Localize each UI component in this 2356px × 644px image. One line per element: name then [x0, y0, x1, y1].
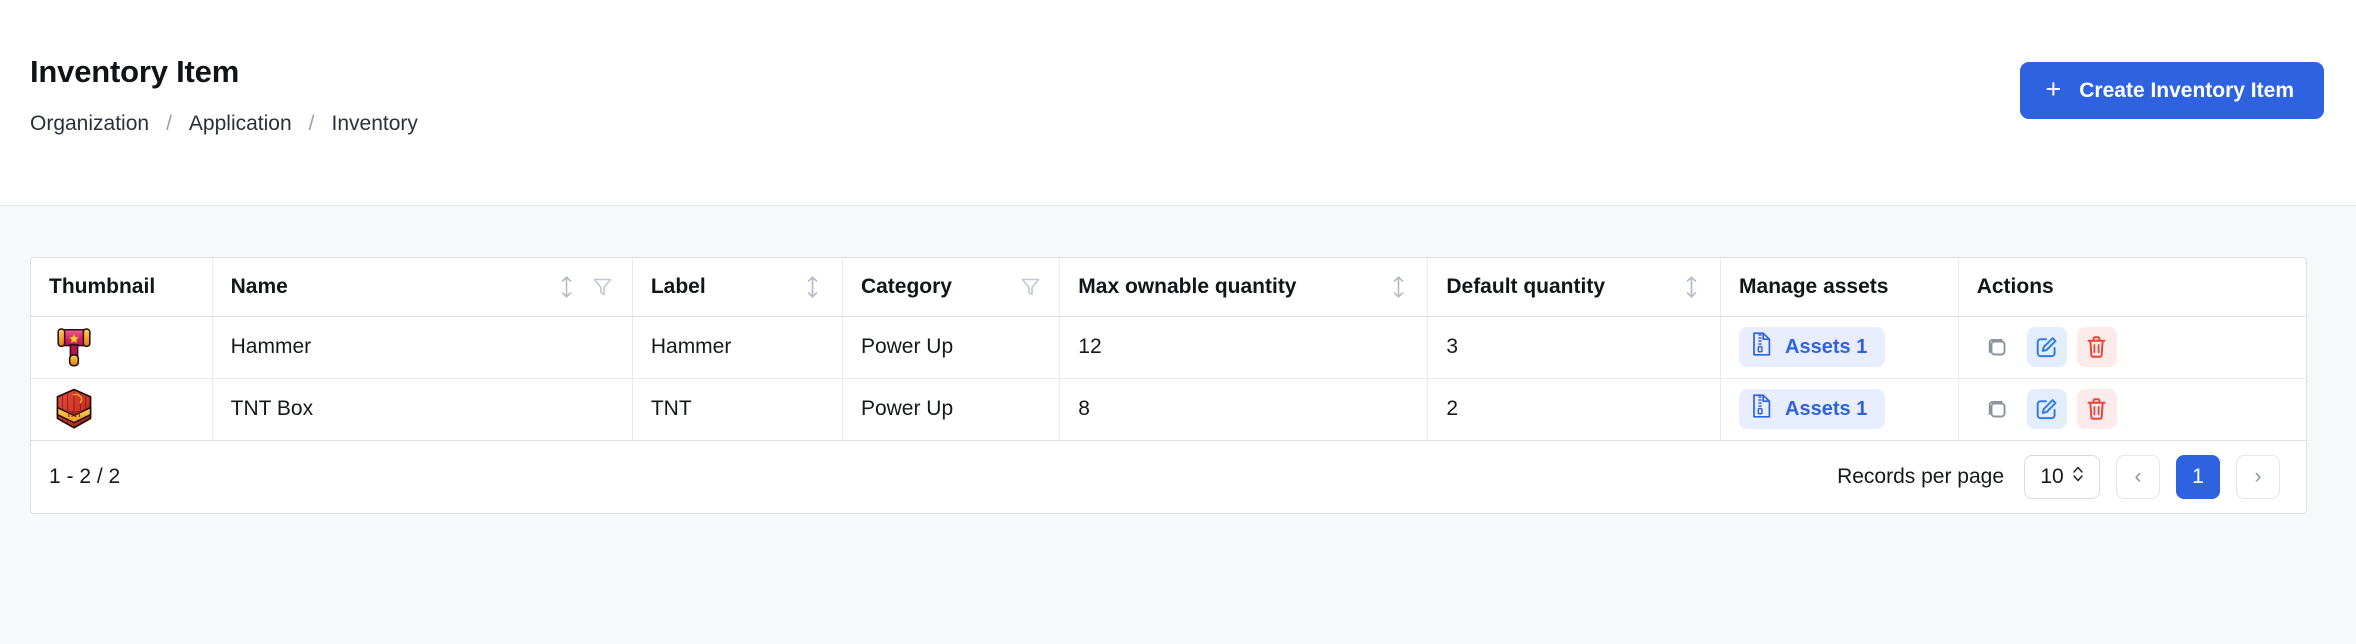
assets-chip-label: Assets 1 [1785, 397, 1868, 420]
records-per-page-select[interactable]: 10 [2024, 454, 2100, 499]
cell-category: Power Up [842, 378, 1061, 441]
column-header-category: Category [842, 258, 1061, 317]
column-header-label: Label [632, 258, 843, 317]
cell-default-quantity: 2 [1427, 378, 1722, 441]
cell-max-ownable-quantity: 8 [1059, 378, 1429, 441]
cell-actions [1958, 316, 2306, 379]
column-label: Thumbnail [49, 274, 156, 298]
cell-max-ownable-quantity: 12 [1059, 316, 1429, 379]
assets-chip-label: Assets 1 [1785, 335, 1868, 358]
zip-file-icon [1752, 394, 1771, 424]
assets-chip[interactable]: Assets 1 [1739, 327, 1886, 367]
cell-label: Hammer [632, 316, 843, 379]
cell-thumbnail: TNT [31, 378, 213, 441]
sort-icon[interactable] [556, 275, 578, 299]
plus-icon: + [2045, 74, 2062, 104]
cell-label: TNT [632, 378, 843, 441]
column-header-actions: Actions [1958, 258, 2306, 317]
breadcrumb-item-application[interactable]: Application [189, 112, 292, 136]
edit-pencil-icon[interactable] [2026, 389, 2067, 429]
column-label: Name [230, 274, 288, 298]
page-title: Inventory Item [30, 54, 240, 89]
zip-file-icon [1752, 332, 1771, 362]
edit-pencil-icon[interactable] [2026, 327, 2067, 367]
filter-icon[interactable] [1019, 275, 1041, 299]
column-header-max-ownable-quantity: Max ownable quantity [1059, 258, 1429, 317]
pagination-page-label: 1 [2192, 464, 2204, 488]
cell-thumbnail [31, 316, 213, 379]
cell-actions [1958, 378, 2306, 441]
breadcrumb-item-organization[interactable]: Organization [30, 112, 149, 136]
breadcrumb-separator: / [166, 112, 172, 135]
table-header-row: Thumbnail Name Label Category Max ownabl… [31, 258, 2306, 317]
column-label: Max ownable quantity [1078, 274, 1297, 298]
column-header-thumbnail: Thumbnail [31, 258, 213, 317]
cell-default-quantity: 3 [1427, 316, 1722, 379]
filter-icon[interactable] [592, 275, 614, 299]
column-header-manage-assets: Manage assets [1720, 258, 1959, 317]
table-body: Hammer Hammer Power Up 12 3 Assets 1 TNT… [31, 316, 2306, 441]
hammer-thumbnail-icon [57, 328, 91, 367]
cell-manage-assets: Assets 1 [1720, 316, 1959, 379]
trash-icon[interactable] [2076, 389, 2117, 429]
copy-icon[interactable] [1977, 327, 2017, 367]
table-row: TNT TNT Box TNT Power Up 8 2 Assets 1 [31, 378, 2306, 441]
sort-icon[interactable] [1387, 275, 1409, 299]
inventory-table: Thumbnail Name Label Category Max ownabl… [31, 258, 2306, 441]
record-range: 1 - 2 / 2 [49, 464, 121, 488]
sort-icon[interactable] [802, 275, 824, 299]
column-header-name: Name [212, 258, 633, 317]
create-inventory-item-button[interactable]: + Create Inventory Item [2020, 62, 2324, 119]
column-header-default-quantity: Default quantity [1427, 258, 1722, 317]
breadcrumb-separator: / [308, 112, 315, 135]
breadcrumb: Organization / Application / Inventory [30, 112, 418, 136]
create-inventory-item-label: Create Inventory Item [2079, 78, 2294, 102]
breadcrumb-item-inventory[interactable]: Inventory [332, 112, 418, 136]
tnt-box-thumbnail-icon: TNT [56, 388, 92, 429]
inventory-table-card: Thumbnail Name Label Category Max ownabl… [30, 257, 2307, 514]
column-label: Category [860, 274, 952, 298]
column-label: Default quantity [1446, 274, 1606, 298]
column-label: Actions [1976, 274, 2054, 298]
sort-icon[interactable] [1680, 275, 1702, 299]
column-label: Label [650, 274, 706, 298]
table-header: Thumbnail Name Label Category Max ownabl… [31, 258, 2306, 317]
column-label: Manage assets [1739, 274, 1889, 298]
copy-icon[interactable] [1977, 389, 2017, 429]
assets-chip[interactable]: Assets 1 [1739, 389, 1886, 429]
page-header: Inventory Item Organization / Applicatio… [0, 0, 2356, 206]
pagination-prev-button[interactable]: ‹ [2116, 454, 2160, 499]
cell-name: Hammer [212, 316, 633, 379]
trash-icon[interactable] [2076, 327, 2117, 367]
table-row: Hammer Hammer Power Up 12 3 Assets 1 [31, 316, 2306, 379]
records-per-page-label: Records per page [1837, 464, 2004, 488]
chevron-left-icon: ‹ [2134, 464, 2142, 488]
chevron-right-icon: › [2254, 464, 2262, 488]
pagination-next-button[interactable]: › [2236, 454, 2280, 499]
records-per-page-value: 10 [2040, 464, 2064, 488]
cell-category: Power Up [842, 316, 1061, 379]
svg-text:TNT: TNT [66, 410, 82, 419]
pagination-page-1-button[interactable]: 1 [2176, 454, 2220, 499]
chevron-updown-icon [2072, 464, 2084, 490]
cell-name: TNT Box [212, 378, 633, 441]
cell-manage-assets: Assets 1 [1720, 378, 1959, 441]
table-footer: 1 - 2 / 2 Records per page 10 ‹ 1 › [31, 440, 2306, 513]
